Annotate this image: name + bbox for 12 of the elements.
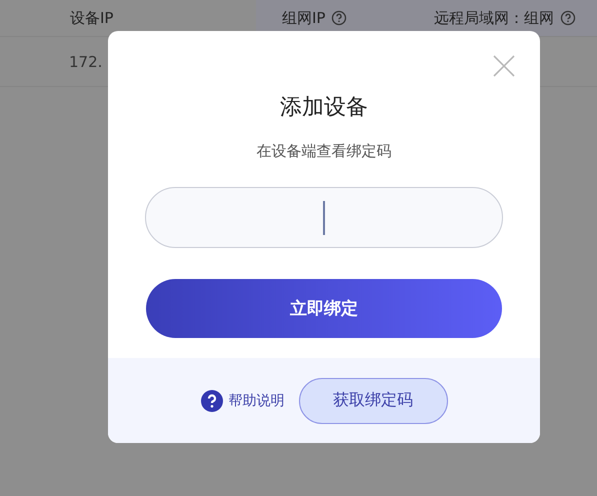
help-icon[interactable] [560,10,576,26]
column-header: 远程局域网：组网 [434,8,554,28]
help-link[interactable]: 帮助说明 [200,390,284,412]
column-header: 设备IP [70,8,114,28]
bind-now-button[interactable]: 立即绑定 [146,279,502,338]
table-cell-text: 172. [68,52,102,70]
dialog-title: 添加设备 [280,94,368,122]
dialog-subtitle: 在设备端查看绑定码 [256,142,392,161]
help-icon[interactable] [331,10,348,26]
column-header: 组网IP [282,8,326,28]
get-code-button[interactable]: 获取绑定码 [298,378,448,424]
help-icon [200,390,222,412]
